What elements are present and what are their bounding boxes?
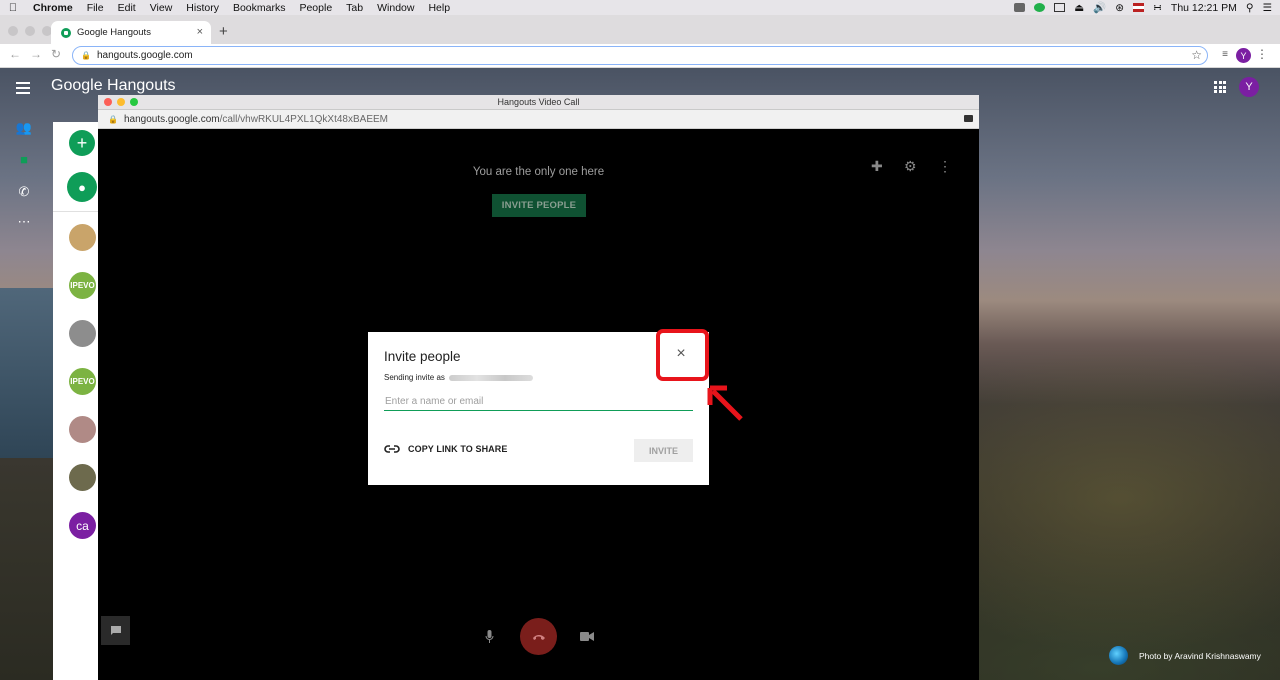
account-avatar[interactable]: Y <box>1239 77 1259 97</box>
status-tray: ⏏ 🔊 ⊛ ∺ Thu 12:21 PM ⚲ ☰ <box>1014 0 1272 15</box>
globe-icon <box>1109 646 1128 665</box>
microphone-icon[interactable] <box>485 630 494 643</box>
bluetooth-icon[interactable]: ⊛ <box>1115 2 1124 14</box>
tab-close-icon[interactable]: × <box>197 26 203 38</box>
address-bar[interactable]: 🔒 hangouts.google.com <box>72 46 1208 65</box>
browser-profile-avatar[interactable]: Y <box>1236 48 1251 63</box>
contact-avatar[interactable] <box>69 416 96 443</box>
call-window-title: Hangouts Video Call <box>497 97 580 107</box>
hang-up-icon <box>532 634 545 640</box>
tab-title: Google Hangouts <box>77 27 151 38</box>
background-sea <box>0 288 60 458</box>
menu-help[interactable]: Help <box>421 2 457 14</box>
more-options-icon[interactable]: ⋮ <box>938 158 952 175</box>
invite-people-button[interactable]: INVITE PEOPLE <box>492 194 586 217</box>
add-person-icon[interactable]: ✚ <box>871 158 883 175</box>
contact-avatar[interactable] <box>69 464 96 491</box>
new-tab-button[interactable]: + <box>219 23 228 40</box>
forward-icon[interactable]: → <box>30 47 42 61</box>
google-apps-icon[interactable] <box>1214 81 1226 93</box>
bookmark-star-icon[interactable]: ☆ <box>1191 48 1202 62</box>
lock-icon: 🔒 <box>81 51 91 60</box>
menu-app-name[interactable]: Chrome <box>26 2 80 14</box>
contact-avatar-ca[interactable]: ca <box>69 512 96 539</box>
menu-tab[interactable]: Tab <box>339 2 370 14</box>
call-status-text: You are the only one here <box>472 166 605 178</box>
new-conversation-button[interactable]: + <box>69 130 95 156</box>
conversation-list: + ● IPEVO IPEVO ca <box>53 122 103 680</box>
sending-invite-text: Sending invite as <box>384 373 445 382</box>
browser-toolbar: ← → ↻ 🔒 hangouts.google.com ☆ ≡ Y ⋮ <box>0 44 1280 68</box>
eject-icon[interactable]: ⏏ <box>1074 2 1084 14</box>
back-icon[interactable]: ← <box>9 47 21 61</box>
copy-link-label: COPY LINK TO SHARE <box>408 444 508 454</box>
hang-up-button[interactable] <box>520 618 557 655</box>
redacted-email <box>448 374 533 381</box>
lock-icon: 🔒 <box>108 114 118 124</box>
close-window-button[interactable] <box>8 26 18 36</box>
menu-history[interactable]: History <box>179 2 226 14</box>
menu-bookmarks[interactable]: Bookmarks <box>226 2 293 14</box>
contact-avatar[interactable] <box>69 320 96 347</box>
minimize-window-button[interactable] <box>25 26 35 36</box>
call-window-titlebar: Hangouts Video Call <box>98 95 979 110</box>
copy-link-button[interactable]: COPY LINK TO SHARE <box>384 444 507 454</box>
invite-button[interactable]: INVITE <box>634 439 693 462</box>
clock[interactable]: Thu 12:21 PM <box>1171 2 1237 14</box>
menu-view[interactable]: View <box>143 2 180 14</box>
camera-indicator-icon <box>964 115 973 122</box>
menu-edit[interactable]: Edit <box>111 2 143 14</box>
link-icon <box>384 445 400 453</box>
window-controls <box>8 26 52 36</box>
hangouts-favicon-icon <box>61 27 71 38</box>
address-bar-url: hangouts.google.com <box>96 50 193 61</box>
mac-menubar:  Chrome File Edit View History Bookmark… <box>0 0 1280 15</box>
browser-tabstrip: Google Hangouts × + <box>0 15 1280 44</box>
new-group-button[interactable]: ● <box>67 172 97 202</box>
menu-window[interactable]: Window <box>370 2 421 14</box>
settings-gear-icon[interactable]: ⚙ <box>904 158 917 175</box>
notification-center-icon[interactable]: ☰ <box>1263 2 1272 14</box>
status-app-icon[interactable] <box>1014 3 1026 12</box>
reading-list-icon[interactable]: ≡ <box>1222 49 1228 60</box>
hangouts-logo: Google Hangouts <box>51 77 176 94</box>
divider <box>53 211 103 212</box>
menu-file[interactable]: File <box>80 2 111 14</box>
dialog-title: Invite people <box>384 349 461 364</box>
contact-avatar-ipevo[interactable]: IPEVO <box>69 368 96 395</box>
chat-icon <box>110 626 121 635</box>
name-or-email-input[interactable] <box>384 392 693 411</box>
contact-avatar[interactable] <box>69 224 96 251</box>
browser-menu-icon[interactable]: ⋮ <box>1256 47 1268 61</box>
apple-menu-icon[interactable]:  <box>0 2 26 14</box>
line-app-icon[interactable] <box>1034 3 1046 12</box>
input-flag-icon[interactable] <box>1133 3 1145 12</box>
airplay-icon[interactable] <box>1054 3 1066 12</box>
wifi-icon[interactable]: ∺ <box>1153 2 1162 14</box>
photo-credit: Photo by Aravind Krishnaswamy <box>1109 646 1261 665</box>
reload-icon[interactable]: ↻ <box>51 47 61 61</box>
annotation-arrow-icon <box>707 385 743 421</box>
chat-toggle-button[interactable] <box>101 616 130 645</box>
sending-invite-label: Sending invite as <box>384 373 533 382</box>
call-url-bar: 🔒 hangouts.google.com/call/vhwRKUL4PXL1Q… <box>98 110 979 129</box>
spotlight-icon[interactable]: ⚲ <box>1246 2 1254 14</box>
volume-icon[interactable]: 🔊 <box>1093 1 1106 14</box>
main-menu-icon[interactable] <box>16 82 30 97</box>
call-url-path: /call/vhwRKUL4PXL1QkXt48xBAEEM <box>219 113 388 125</box>
video-camera-icon[interactable] <box>580 632 594 641</box>
menu-people[interactable]: People <box>292 2 339 14</box>
contact-avatar-ipevo[interactable]: IPEVO <box>69 272 96 299</box>
more-icon[interactable]: ⋯ <box>15 214 33 229</box>
conversations-icon[interactable]: ■ <box>15 152 33 167</box>
contacts-icon[interactable]: 👥 <box>15 120 33 135</box>
photo-credit-text: Photo by Aravind Krishnaswamy <box>1139 650 1261 661</box>
phone-icon[interactable]: ✆ <box>15 184 33 199</box>
annotation-highlight-box <box>656 329 709 381</box>
call-url-domain: hangouts.google.com <box>123 113 220 125</box>
browser-tab-hangouts[interactable]: Google Hangouts × <box>51 21 211 44</box>
